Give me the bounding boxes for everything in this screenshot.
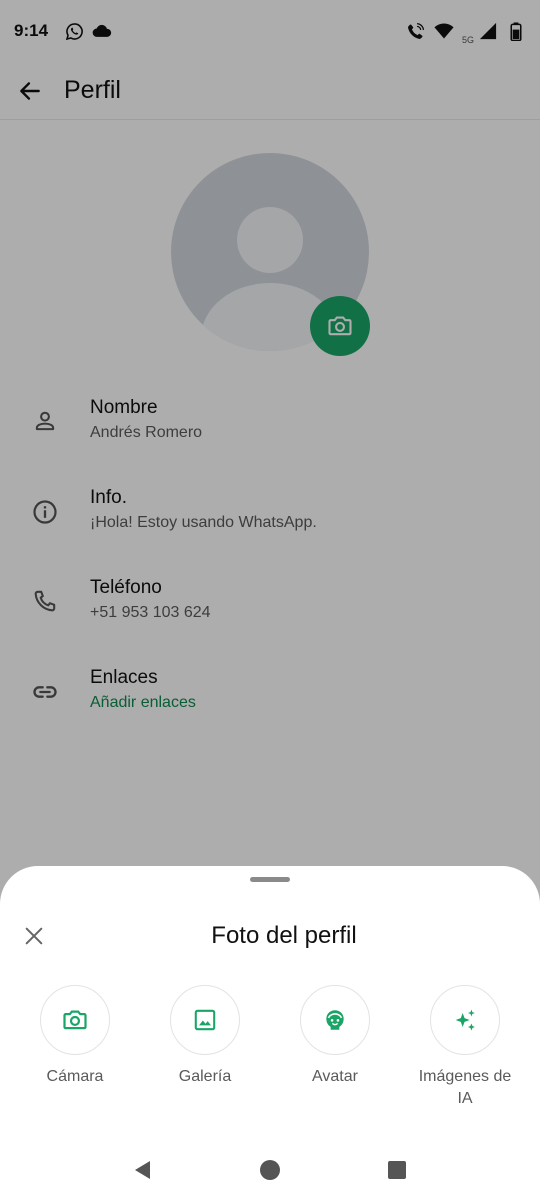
- avatar-icon: [326, 1010, 344, 1030]
- gallery-icon: [194, 1009, 216, 1031]
- profile-screen: 9:14 5G Perfil Nombre Andrés Romero Info…: [0, 0, 540, 1200]
- avatar-option[interactable]: Avatar: [270, 985, 400, 1088]
- camera-option-label: Cámara: [46, 1068, 104, 1085]
- ai-images-option[interactable]: Imágenes de IA: [400, 985, 530, 1110]
- back-triangle-icon: [135, 1161, 151, 1179]
- nav-recents-button[interactable]: [377, 1150, 417, 1190]
- recents-square-icon: [387, 1161, 406, 1179]
- camera-option[interactable]: Cámara: [10, 985, 140, 1088]
- sheet-title: Foto del perfil: [211, 922, 357, 949]
- system-nav-bar: [0, 1140, 540, 1200]
- gallery-option-label: Galería: [178, 1068, 232, 1085]
- ai-images-option-label: Imágenes de IA: [418, 1068, 512, 1107]
- ai-sparkle-icon: [455, 1009, 475, 1031]
- camera-icon: [63, 1010, 87, 1030]
- home-circle-icon: [259, 1160, 280, 1180]
- gallery-option[interactable]: Galería: [140, 985, 270, 1088]
- drag-handle[interactable]: [250, 877, 290, 882]
- nav-back-button[interactable]: [123, 1150, 163, 1190]
- avatar-option-label: Avatar: [312, 1068, 358, 1085]
- nav-home-button[interactable]: [250, 1150, 290, 1190]
